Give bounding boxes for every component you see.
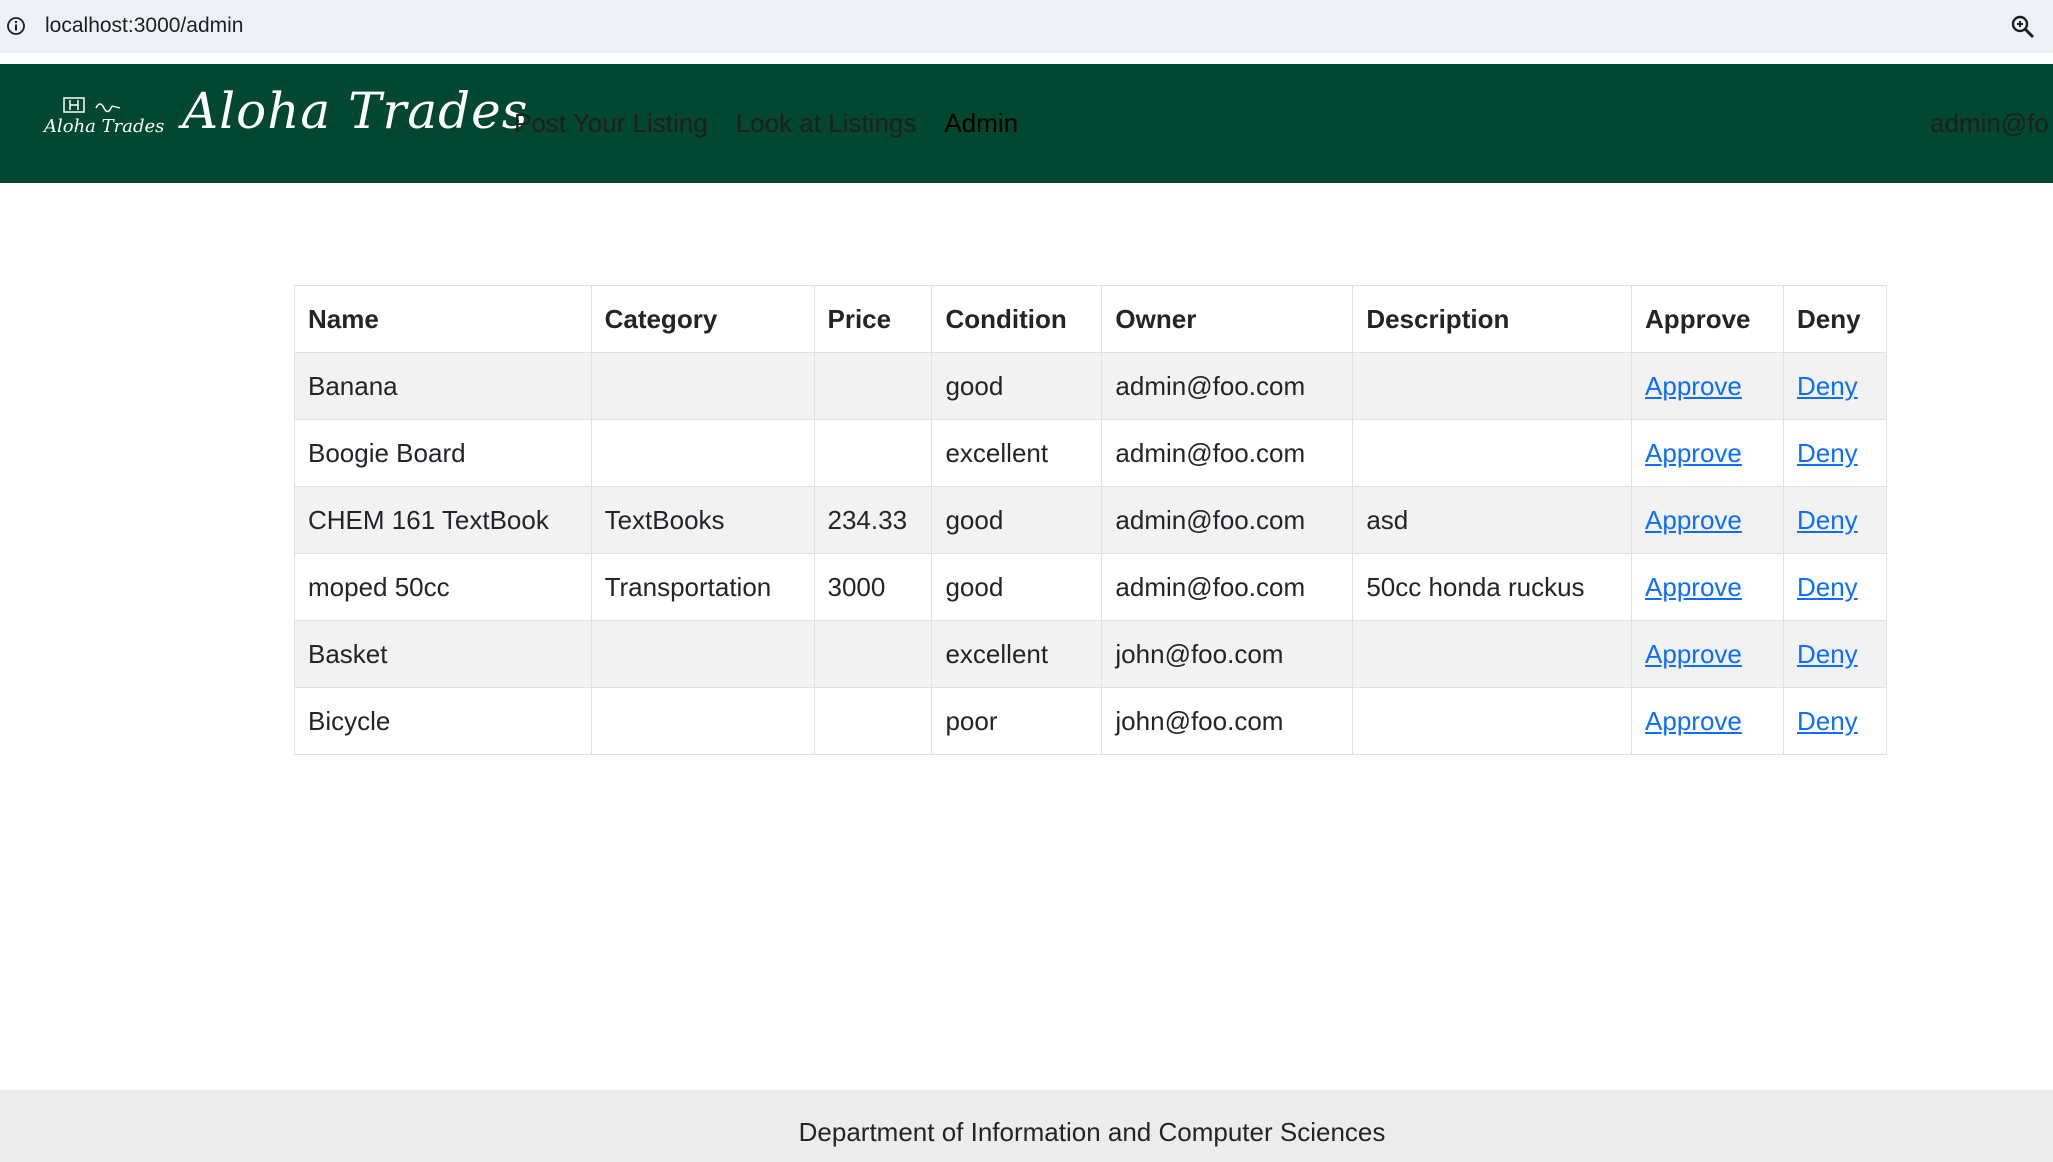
cell-category: [590, 419, 815, 487]
cell-condition: excellent: [931, 419, 1103, 487]
cell-price: 234.33: [813, 486, 933, 554]
cell-approve: Approve: [1631, 352, 1784, 420]
url-text: localhost:3000/admin: [45, 14, 244, 37]
table-row: moped 50cc Transportation 3000 good admi…: [294, 553, 1888, 621]
cell-price: [813, 620, 933, 688]
cell-approve: Approve: [1631, 486, 1784, 554]
footer: Department of Information and Computer S…: [0, 1090, 2053, 1162]
cell-price: [813, 687, 933, 755]
cell-condition: poor: [931, 687, 1103, 755]
approve-link[interactable]: Approve: [1645, 706, 1742, 736]
cell-deny: Deny: [1782, 352, 1888, 420]
cell-name: moped 50cc: [294, 553, 592, 621]
deny-link[interactable]: Deny: [1797, 371, 1858, 401]
header-owner: Owner: [1101, 285, 1354, 353]
info-icon[interactable]: [6, 16, 26, 36]
cell-approve: Approve: [1631, 687, 1784, 755]
approve-link[interactable]: Approve: [1645, 639, 1742, 669]
header-category: Category: [590, 285, 815, 353]
header-price: Price: [813, 285, 933, 353]
cell-name: Boogie Board: [294, 419, 592, 487]
deny-link[interactable]: Deny: [1797, 505, 1858, 535]
cell-price: [813, 352, 933, 420]
header-description: Description: [1352, 285, 1633, 353]
cell-deny: Deny: [1782, 486, 1888, 554]
approve-link[interactable]: Approve: [1645, 438, 1742, 468]
cell-deny: Deny: [1782, 419, 1888, 487]
zoom-icon[interactable]: [2010, 14, 2036, 40]
table-row: Basket excellent john@foo.com Approve De…: [294, 620, 1888, 688]
cell-owner: admin@foo.com: [1101, 352, 1354, 420]
approve-link[interactable]: Approve: [1645, 505, 1742, 535]
table-row: Bicycle poor john@foo.com Approve Deny: [294, 687, 1888, 755]
cell-deny: Deny: [1782, 620, 1888, 688]
uh-logo-icon: [63, 97, 121, 113]
cell-category: [590, 352, 815, 420]
table-row: Banana good admin@foo.com Approve Deny: [294, 352, 1888, 420]
cell-approve: Approve: [1631, 553, 1784, 621]
nav-look-listings[interactable]: Look at Listings: [736, 108, 917, 139]
nav-post-listing[interactable]: Post Your Listing: [514, 108, 708, 139]
table-row: Boogie Board excellent admin@foo.com App…: [294, 419, 1888, 487]
brand-title[interactable]: Aloha Trades: [182, 82, 528, 140]
admin-listings-table: Name Category Price Condition Owner Desc…: [294, 285, 1888, 755]
cell-approve: Approve: [1631, 620, 1784, 688]
cell-condition: excellent: [931, 620, 1103, 688]
cell-deny: Deny: [1782, 553, 1888, 621]
user-menu[interactable]: admin@fo: [1930, 108, 2049, 139]
nav-links: Post Your Listing Look at Listings Admin: [514, 108, 1018, 139]
header-condition: Condition: [931, 285, 1103, 353]
nav-admin[interactable]: Admin: [944, 108, 1018, 139]
cell-price: 3000: [813, 553, 933, 621]
cell-condition: good: [931, 352, 1103, 420]
header-name: Name: [294, 285, 592, 353]
table-row: CHEM 161 TextBook TextBooks 234.33 good …: [294, 486, 1888, 554]
cell-name: Banana: [294, 352, 592, 420]
cell-owner: john@foo.com: [1101, 620, 1354, 688]
cell-owner: admin@foo.com: [1101, 553, 1354, 621]
cell-condition: good: [931, 486, 1103, 554]
cell-description: [1352, 419, 1633, 487]
table-header-row: Name Category Price Condition Owner Desc…: [294, 285, 1888, 353]
cell-description: asd: [1352, 486, 1633, 554]
cell-name: Bicycle: [294, 687, 592, 755]
cell-description: [1352, 352, 1633, 420]
deny-link[interactable]: Deny: [1797, 572, 1858, 602]
browser-address-bar: localhost:3000/admin: [0, 0, 2053, 60]
header-deny: Deny: [1782, 285, 1888, 353]
cell-description: 50cc honda ruckus: [1352, 553, 1633, 621]
cell-owner: admin@foo.com: [1101, 486, 1354, 554]
cell-category: [590, 687, 815, 755]
cell-category: Transportation: [590, 553, 815, 621]
approve-link[interactable]: Approve: [1645, 371, 1742, 401]
cell-category: [590, 620, 815, 688]
approve-link[interactable]: Approve: [1645, 572, 1742, 602]
deny-link[interactable]: Deny: [1797, 639, 1858, 669]
cell-owner: admin@foo.com: [1101, 419, 1354, 487]
header-approve: Approve: [1631, 285, 1784, 353]
cell-condition: good: [931, 553, 1103, 621]
cell-owner: john@foo.com: [1101, 687, 1354, 755]
url-field[interactable]: localhost:3000/admin: [0, 0, 2053, 53]
cell-name: CHEM 161 TextBook: [294, 486, 592, 554]
cell-name: Basket: [294, 620, 592, 688]
cell-description: [1352, 620, 1633, 688]
admin-table-container: Name Category Price Condition Owner Desc…: [294, 285, 1888, 755]
deny-link[interactable]: Deny: [1797, 706, 1858, 736]
cell-price: [813, 419, 933, 487]
footer-text: Department of Information and Computer S…: [798, 1117, 1386, 1147]
cell-deny: Deny: [1782, 687, 1888, 755]
cell-description: [1352, 687, 1633, 755]
cell-category: TextBooks: [590, 486, 815, 554]
logo[interactable]: Aloha Trades: [40, 96, 164, 144]
cell-approve: Approve: [1631, 419, 1784, 487]
logo-text: Aloha Trades: [44, 116, 165, 137]
deny-link[interactable]: Deny: [1797, 438, 1858, 468]
